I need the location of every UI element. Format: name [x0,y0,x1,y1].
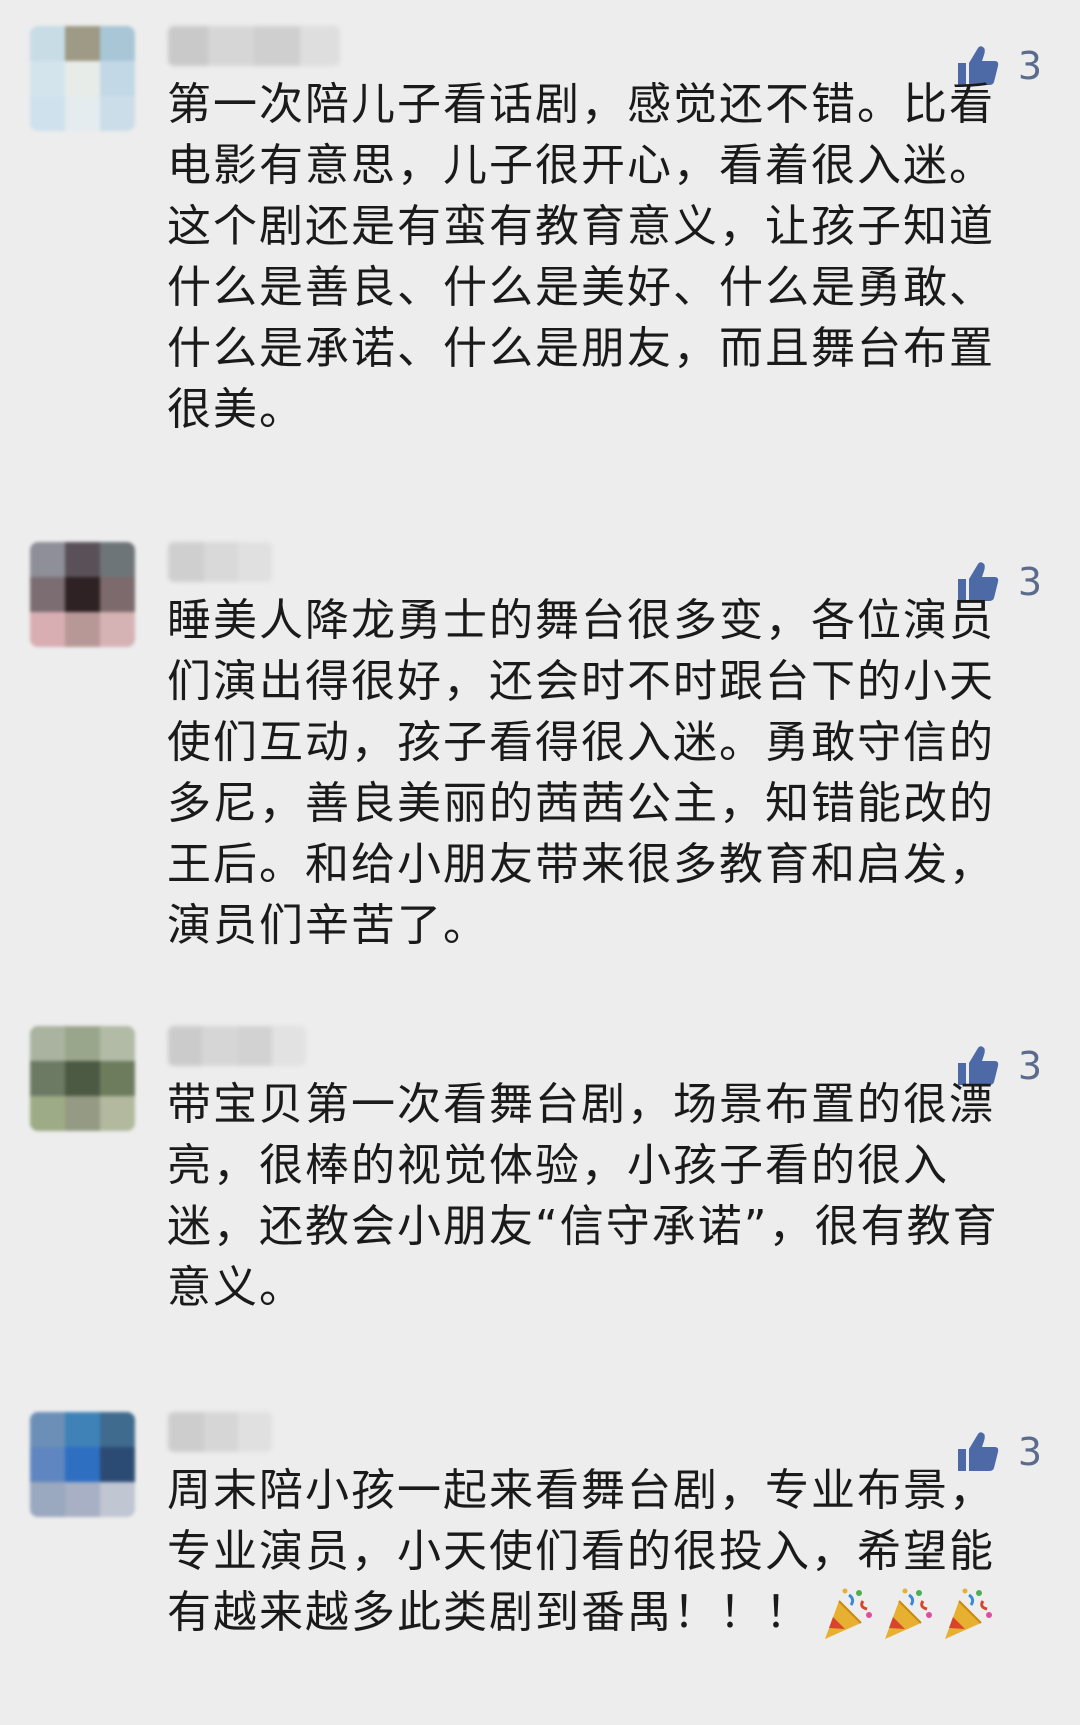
comment-text: 第一次陪儿子看话剧，感觉还不错。比看电影有意思，儿子很开心，看着很入迷。这个剧还… [167,79,995,435]
party-popper-icon [945,1588,992,1639]
username-blurred[interactable] [168,542,272,582]
avatar[interactable] [30,26,135,131]
comment-text: 睡美人降龙勇士的舞台很多变，各位演员们演出得很好，还会时不时跟台下的小天使们互动… [167,595,995,951]
party-popper-icon [885,1588,932,1639]
username-blurred[interactable] [168,1026,306,1066]
comment-text: 带宝贝第一次看舞台剧，场景布置的很漂亮，很棒的视觉体验，小孩子看的很入迷，还教会… [167,1079,999,1313]
emoji-row [819,1587,995,1643]
avatar[interactable] [30,1026,135,1131]
username-blurred[interactable] [168,1412,272,1452]
avatar[interactable] [30,542,135,647]
avatar[interactable] [30,1412,135,1517]
party-popper-icon [825,1588,872,1639]
comment-text: 周末陪小孩一起来看舞台剧，专业布景，专业演员，小天使们看的很投入，希望能有越来越… [167,1460,1027,1643]
username-blurred[interactable] [168,26,340,66]
